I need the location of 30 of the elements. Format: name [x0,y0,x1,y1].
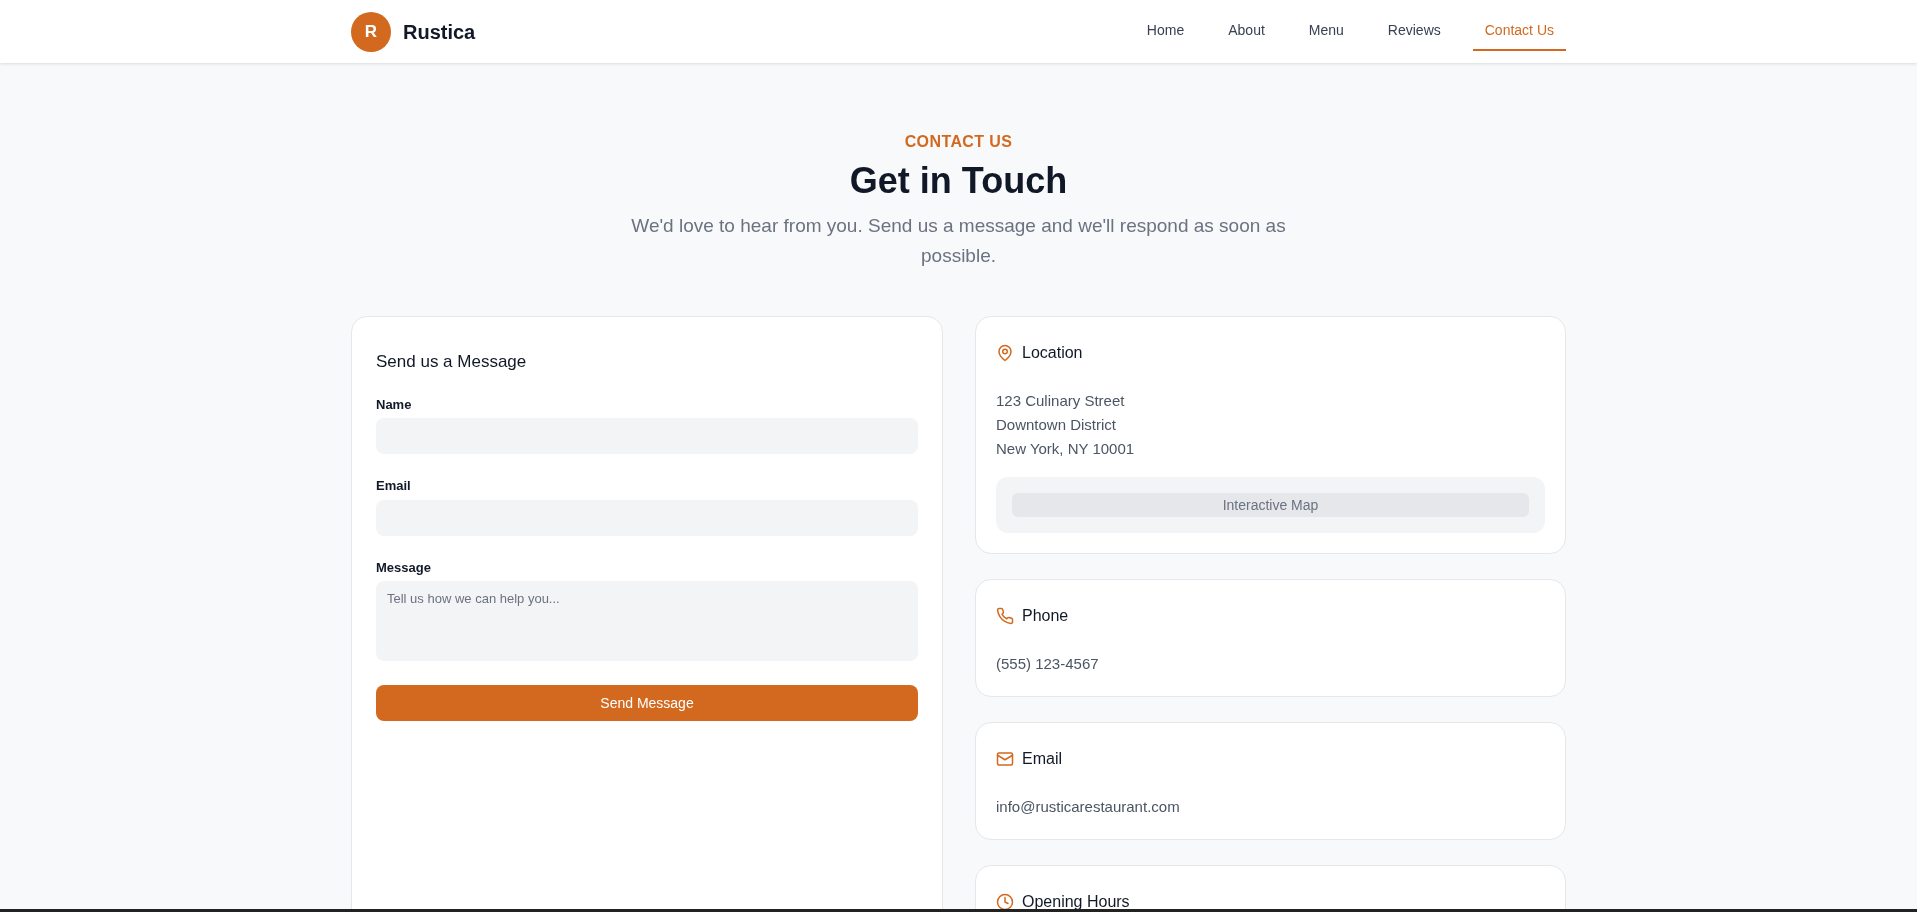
location-pin-icon [996,344,1014,362]
clock-icon [996,893,1014,911]
message-field[interactable]: Tell us how we can help you... [376,581,918,661]
nav-link[interactable]: Menu [1296,12,1356,51]
card-title: Email [1022,749,1062,769]
phone-icon [996,607,1014,625]
card-detail: 123 Culinary Street [996,391,1125,411]
page-subtitle: We'd love to hear from you. Send us a message and we'll respond as soon as possible. [630,214,1287,268]
card-detail: Downtown District [996,415,1117,435]
brand-name[interactable]: Rustica [403,16,476,47]
card-detail: (555) 123-4567 [996,654,1099,674]
form-title: Send us a Message [376,351,528,373]
logo-badge[interactable]: R [351,11,391,52]
card-title: Phone [1022,606,1069,626]
mail-icon [996,750,1014,768]
section-eyebrow: CONTACT US [904,132,1013,152]
card-detail: info@rusticarestaurant.com [996,797,1180,817]
field-label: Email [376,477,412,495]
map-label[interactable]: Interactive Map [1012,493,1529,517]
nav-link[interactable]: Reviews [1375,12,1453,51]
nav-link[interactable]: Contact Us [1472,12,1566,51]
card-title: Opening Hours [1022,892,1130,912]
nav-link[interactable]: Home [1134,12,1197,51]
card-detail: New York, NY 10001 [996,439,1135,459]
page-title: Get in Touch [849,159,1068,203]
card-title: Location [1022,343,1083,363]
nav-link[interactable]: About [1216,12,1277,51]
field-label: Message [376,558,432,577]
field-label: Name [376,395,413,414]
send-message-button[interactable]: Send Message [376,685,918,721]
